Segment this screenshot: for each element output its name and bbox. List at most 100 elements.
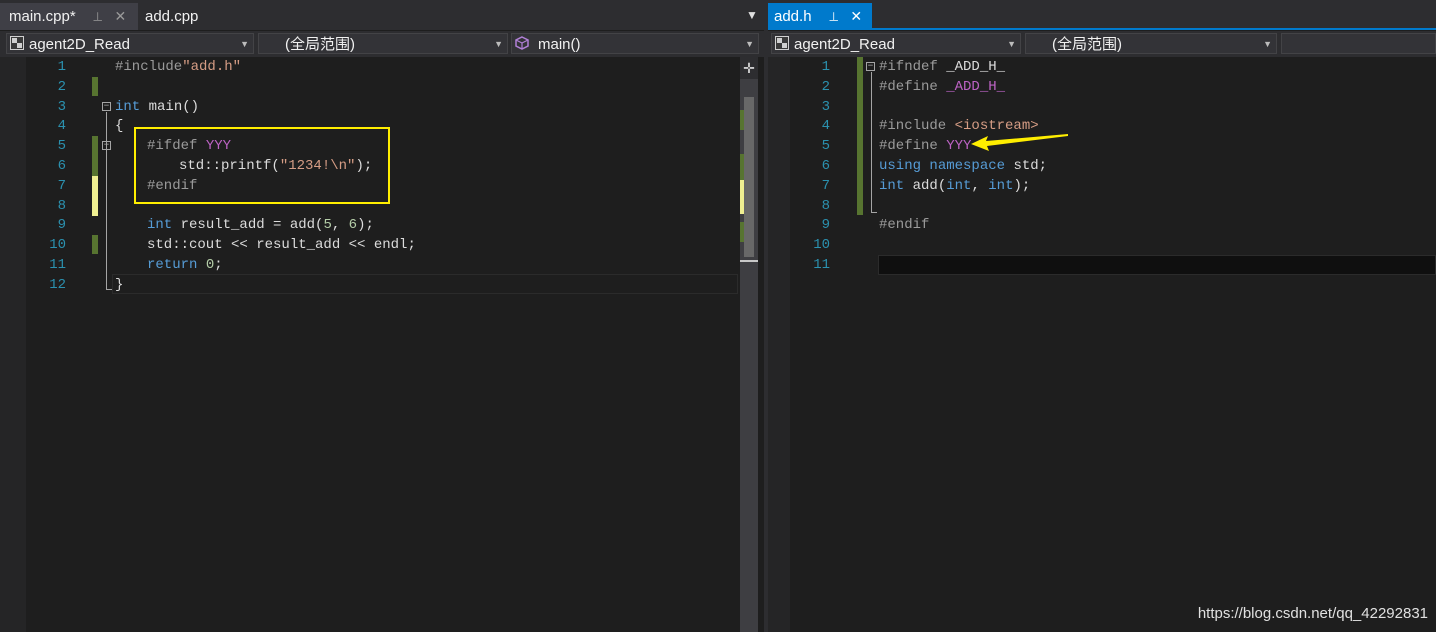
scope-dropdown[interactable]: (全局范围) ▼ — [1025, 33, 1277, 54]
code-line-9: int result_add = add(5, 6); — [147, 215, 374, 235]
close-icon[interactable]: ✕ — [850, 3, 862, 30]
change-marker — [92, 235, 98, 254]
tab-main-cpp[interactable]: main.cpp* ⊣ ✕ — [0, 3, 138, 30]
current-line-highlight — [112, 274, 738, 294]
token: int — [115, 99, 141, 115]
line-number: 2 — [57, 79, 66, 95]
line-number: 6 — [57, 158, 66, 174]
token: "add.h" — [182, 59, 242, 75]
chevron-down-icon: ▼ — [494, 39, 503, 49]
glyph-margin — [768, 57, 790, 632]
project-name: agent2D_Read — [29, 36, 130, 53]
tab-label: add.cpp — [145, 8, 199, 25]
chevron-down-icon: ▼ — [745, 39, 754, 49]
line-number: 3 — [821, 99, 830, 115]
token: #endif — [879, 217, 930, 233]
tab-add-cpp[interactable]: add.cpp — [145, 3, 198, 30]
token: #define — [879, 138, 947, 154]
scroll-change-marker — [740, 110, 744, 130]
line-number: 1 — [57, 59, 66, 75]
token: std; — [1005, 158, 1048, 174]
scrollbar-thumb[interactable] — [744, 97, 754, 257]
code-line-7: int add(int, int); — [879, 176, 1030, 196]
token: add( — [904, 178, 947, 194]
collapse-icon[interactable]: − — [866, 62, 875, 71]
token: result_add = add( — [172, 217, 324, 233]
code-line-1: #include"add.h" — [115, 57, 241, 77]
highlight-box — [134, 127, 390, 204]
project-icon — [10, 36, 24, 50]
watermark: https://blog.csdn.net/qq_42292831 — [1197, 605, 1428, 622]
split-window-icon[interactable]: ✛ — [740, 57, 758, 79]
outline-guide — [871, 72, 872, 213]
token: 0 — [205, 257, 215, 273]
line-number: 8 — [821, 198, 830, 214]
code-line-12: } — [115, 275, 123, 295]
tab-add-h[interactable]: add.h ⊣ ✕ — [768, 3, 872, 30]
right-editor-pane: add.h ⊣ ✕ agent2D_Read ▼ (全局范围) ▼ 1 2 3 … — [768, 0, 1436, 632]
chevron-down-icon: ▼ — [240, 39, 249, 49]
line-number: 4 — [821, 118, 830, 134]
line-number: 11 — [813, 257, 830, 273]
token: { — [115, 118, 124, 134]
token: 5 — [323, 217, 332, 233]
method-cube-icon — [515, 36, 529, 50]
code-line-5: #define YYY — [879, 136, 971, 156]
outline-guide — [106, 112, 107, 290]
token: 6 — [348, 217, 358, 233]
close-icon[interactable]: ✕ — [115, 3, 127, 30]
line-number: 10 — [813, 237, 830, 253]
code-line-9: #endif — [879, 215, 929, 235]
code-line-4: { — [115, 116, 123, 136]
scope-label: (全局范围) — [1052, 36, 1122, 53]
current-line-highlight — [878, 255, 1436, 275]
token: int — [988, 178, 1014, 194]
line-number: 2 — [821, 79, 830, 95]
pin-icon[interactable]: ⊣ — [819, 11, 846, 21]
vertical-scrollbar[interactable] — [740, 57, 758, 632]
glyph-margin — [0, 57, 26, 632]
left-editor-pane: main.cpp* ⊣ ✕ add.cpp ▼ agent2D_Read ▼ (… — [0, 0, 764, 632]
left-code-editor[interactable]: 1 2 3 4 5 6 7 8 9 10 11 12 − − #include"… — [0, 57, 764, 632]
right-code-editor[interactable]: 1 2 3 4 5 6 7 8 9 10 11 − #ifndef _ADD_H… — [768, 57, 1436, 632]
member-label: main() — [538, 36, 581, 53]
tab-overflow-icon[interactable]: ▼ — [746, 8, 758, 22]
token: ; — [214, 257, 223, 273]
collapse-icon[interactable]: − — [102, 102, 111, 111]
collapse-icon[interactable]: − — [102, 141, 111, 150]
member-dropdown[interactable]: main() ▼ — [511, 33, 759, 54]
token: return — [147, 257, 198, 273]
line-number: 10 — [49, 237, 66, 253]
chevron-down-icon: ▼ — [1263, 39, 1272, 49]
outline-guide-end — [871, 212, 877, 213]
tab-label: main.cpp* — [9, 8, 76, 25]
token: main() — [140, 99, 200, 115]
token: #include — [879, 118, 955, 134]
right-tab-bar: add.h ⊣ ✕ — [768, 0, 1436, 30]
project-dropdown[interactable]: agent2D_Read ▼ — [6, 33, 254, 54]
line-number: 6 — [821, 158, 830, 174]
project-name: agent2D_Read — [794, 36, 895, 53]
token: #ifndef — [879, 59, 947, 75]
token: using — [879, 158, 922, 174]
tab-label: add.h — [774, 8, 812, 25]
chevron-down-icon: ▼ — [1007, 39, 1016, 49]
line-number: 5 — [821, 138, 830, 154]
token: _ADD_H_ — [946, 79, 1006, 95]
change-marker — [857, 57, 863, 215]
left-tab-bar: main.cpp* ⊣ ✕ add.cpp ▼ — [0, 0, 764, 30]
token: int — [879, 178, 905, 194]
project-dropdown[interactable]: agent2D_Read ▼ — [771, 33, 1021, 54]
line-number: 8 — [57, 198, 66, 214]
member-dropdown[interactable] — [1281, 33, 1436, 54]
caret-position-marker — [740, 260, 758, 262]
code-line-11: return 0; — [147, 255, 223, 275]
token: int — [147, 217, 173, 233]
left-navigation-bar: agent2D_Read ▼ (全局范围) ▼ main() ▼ — [0, 30, 764, 57]
line-number: 12 — [49, 277, 66, 293]
change-marker — [92, 176, 98, 216]
token: int — [946, 178, 972, 194]
pin-icon[interactable]: ⊣ — [84, 11, 111, 21]
line-number: 11 — [49, 257, 66, 273]
scope-dropdown[interactable]: (全局范围) ▼ — [258, 33, 508, 54]
